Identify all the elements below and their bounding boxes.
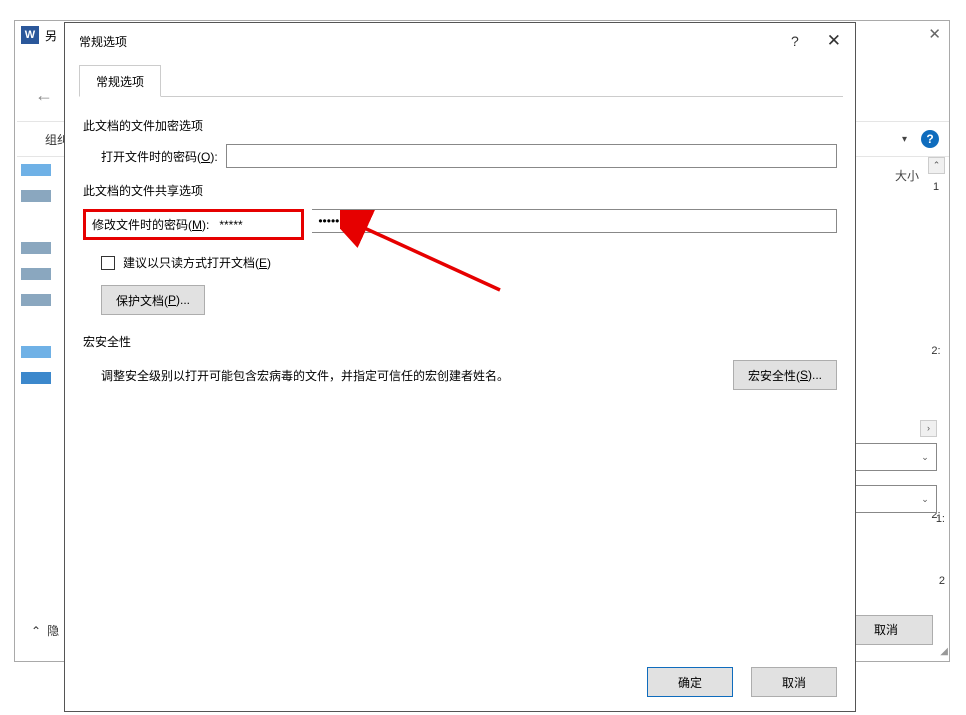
modify-password-row: 修改文件时的密码(M): *****	[83, 209, 837, 240]
dialog-titlebar: 常规选项 ? ✕	[65, 23, 855, 59]
scroll-up-icon[interactable]: ⌃	[928, 157, 945, 174]
ok-button[interactable]: 确定	[647, 667, 733, 697]
dialog-body: 此文档的文件加密选项 打开文件时的密码(O): 此文档的文件共享选项 修改文件时…	[65, 97, 855, 406]
hide-label: 隐	[47, 622, 59, 639]
back-arrow-icon[interactable]: ←	[35, 85, 53, 106]
modify-password-input[interactable]	[312, 209, 837, 233]
scroll-right[interactable]: ›	[905, 419, 937, 437]
modify-password-label: 修改文件时的密码(M):	[92, 216, 209, 233]
macro-security-button[interactable]: 宏安全性(S)...	[733, 360, 837, 390]
tab-strip: 常规选项	[79, 65, 843, 97]
save-as-title: 另	[45, 27, 57, 44]
help-icon[interactable]: ?	[921, 130, 939, 148]
open-password-input[interactable]	[226, 144, 837, 168]
close-icon[interactable]: ✕	[827, 31, 841, 51]
row-fragment: 2	[939, 575, 945, 587]
section-sharing: 此文档的文件共享选项	[83, 182, 837, 199]
macro-desc: 调整安全级别以打开可能包含宏病毒的文件，并指定可信任的宏创建者姓名。	[101, 367, 717, 384]
hide-folders[interactable]: ⌃ 隐	[31, 622, 59, 639]
row-fragment: 1	[925, 181, 947, 193]
tab-general[interactable]: 常规选项	[79, 65, 161, 97]
macro-desc-row: 调整安全级别以打开可能包含宏病毒的文件，并指定可信任的宏创建者姓名。 宏安全性(…	[101, 360, 837, 390]
row-fragment: 2:	[925, 345, 947, 357]
close-icon[interactable]: ✕	[928, 25, 941, 43]
help-icon[interactable]: ?	[791, 33, 799, 49]
chevron-down-icon[interactable]: ▾	[902, 134, 907, 145]
chevron-down-icon[interactable]: ⌄	[914, 486, 936, 512]
general-options-dialog: 常规选项 ? ✕ 常规选项 此文档的文件加密选项 打开文件时的密码(O): 此文…	[64, 22, 856, 712]
word-app-icon: W	[21, 26, 39, 44]
row-fragment: 1:	[936, 513, 945, 525]
chevron-down-icon[interactable]: ⌄	[914, 444, 936, 470]
dialog-title: 常规选项	[79, 33, 127, 50]
cancel-button[interactable]: 取消	[751, 667, 837, 697]
highlight-annotation: 修改文件时的密码(M): *****	[83, 209, 304, 240]
protect-document-button[interactable]: 保护文档(P)...	[101, 285, 205, 315]
open-password-label: 打开文件时的密码(O):	[101, 148, 218, 165]
chevron-up-icon: ⌃	[31, 624, 41, 638]
chevron-right-icon[interactable]: ›	[920, 420, 937, 437]
section-macro: 宏安全性	[83, 333, 837, 350]
resize-grip-icon[interactable]: ◢	[934, 646, 948, 660]
readonly-checkbox-row[interactable]: 建议以只读方式打开文档(E)	[101, 254, 837, 271]
readonly-label: 建议以只读方式打开文档(E)	[123, 254, 271, 271]
column-size[interactable]: 大小	[895, 167, 919, 184]
section-encryption: 此文档的文件加密选项	[83, 117, 837, 134]
modify-password-value-preview: *****	[215, 218, 295, 232]
open-password-row: 打开文件时的密码(O):	[101, 144, 837, 168]
checkbox-icon[interactable]	[101, 256, 115, 270]
dialog-footer: 确定 取消	[647, 667, 837, 697]
organize-label[interactable]: 组纠	[27, 131, 69, 148]
